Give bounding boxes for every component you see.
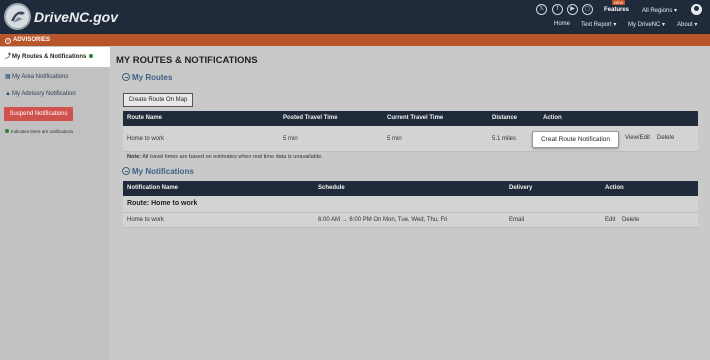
notification-delivery: Email: [509, 217, 525, 223]
view-edit-link[interactable]: View/Edit: [625, 135, 650, 141]
x-icon[interactable]: 𝕏: [536, 4, 547, 15]
nav-about[interactable]: About ▾: [677, 21, 697, 28]
facebook-icon[interactable]: f: [552, 4, 563, 15]
legend-text: Indicates there are notifications: [11, 129, 74, 134]
column-header[interactable]: Route Name: [127, 115, 162, 121]
column-header[interactable]: Notification Name: [127, 185, 178, 191]
nav-text-report[interactable]: Text Report ▾: [581, 21, 616, 28]
column-header[interactable]: Schedule: [318, 185, 345, 191]
column-header: Action: [605, 185, 624, 191]
current-time: 5 min: [387, 136, 402, 142]
sidebar-item-label: My Advisory Notification: [12, 91, 76, 97]
features-link[interactable]: Features: [604, 7, 629, 13]
column-header[interactable]: Current Travel Time: [387, 115, 443, 121]
notification-name: Home to work: [127, 217, 165, 223]
sidebar: ⤴My Routes & Notifications ▦My Area Noti…: [0, 46, 111, 360]
advisories-bar[interactable]: i ADVISORIES: [0, 34, 710, 46]
notification-dot-icon: [5, 129, 9, 133]
create-route-button[interactable]: Create Route On Map: [123, 93, 193, 107]
info-icon: i: [5, 38, 11, 44]
route-group-row: Route: Home to work: [123, 196, 698, 213]
notification-schedule: 6:00 AM → 6:00 PM On Mon, Tue, Wed, Thu,…: [318, 217, 448, 223]
create-route-notification-button[interactable]: Creat Route Notification: [532, 131, 619, 148]
sidebar-item-label: My Area Notifications: [12, 74, 69, 80]
posted-time: 5 min: [283, 136, 298, 142]
brand-name[interactable]: DriveNC.gov: [34, 9, 118, 25]
column-header: Action: [543, 115, 562, 121]
column-header[interactable]: Delivery: [509, 185, 532, 191]
column-header[interactable]: Distance: [492, 115, 517, 121]
note-text: All travel times are based on estimates …: [141, 154, 323, 160]
page-title: MY ROUTES & NOTIFICATIONS: [116, 55, 258, 66]
sidebar-item-label: My Routes & Notifications: [12, 54, 87, 60]
column-header[interactable]: Posted Travel Time: [283, 115, 338, 121]
collapse-icon[interactable]: [122, 167, 130, 175]
route-name: Home to work: [127, 136, 165, 142]
notification-legend: Indicates there are notifications: [5, 129, 73, 134]
note-label: Note:: [127, 154, 142, 160]
user-account-icon[interactable]: [691, 4, 702, 15]
edit-notification-link[interactable]: Edit: [605, 217, 615, 223]
delete-notification-link[interactable]: Delete: [622, 217, 639, 223]
suspend-notifications-button[interactable]: Suspend Notifications: [4, 107, 73, 121]
nav-home[interactable]: Home: [554, 21, 570, 27]
my-routes-heading[interactable]: My Routes: [122, 73, 172, 82]
advisories-label: ADVISORIES: [13, 37, 51, 43]
instagram-icon[interactable]: ◻: [582, 4, 593, 15]
youtube-icon[interactable]: ▶: [567, 4, 578, 15]
collapse-icon[interactable]: [122, 73, 130, 81]
warning-icon: ▲: [5, 91, 11, 97]
sidebar-item-my-routes[interactable]: ⤴My Routes & Notifications: [0, 47, 111, 67]
regions-dropdown[interactable]: All Regions ▾: [642, 7, 677, 14]
drivenc-logo-icon[interactable]: [4, 3, 31, 30]
new-badge: NEW: [612, 0, 626, 5]
site-header: DriveNC.gov 𝕏 f ▶ ◻ NEW Features All Reg…: [0, 0, 710, 34]
table-row: Home to work 6:00 AM → 6:00 PM On Mon, T…: [123, 213, 698, 228]
travel-time-note: Note: All travel times are based on esti…: [127, 154, 323, 160]
routes-table-header: Route Name Posted Travel Time Current Tr…: [123, 111, 698, 126]
notification-dot-icon: [89, 54, 94, 58]
section-title: My Notifications: [132, 167, 194, 176]
nav-my-drivenc[interactable]: My DriveNC ▾: [628, 21, 665, 28]
main-content: MY ROUTES & NOTIFICATIONS My Routes Crea…: [110, 46, 710, 360]
section-title: My Routes: [132, 73, 173, 82]
my-notifications-heading[interactable]: My Notifications: [122, 167, 194, 176]
sidebar-item-advisory-notification[interactable]: ▲My Advisory Notification: [5, 91, 76, 97]
route-icon: ⤴: [5, 54, 12, 60]
delete-route-link[interactable]: Delete: [657, 135, 674, 141]
notifications-table-header: Notification Name Schedule Delivery Acti…: [123, 181, 698, 196]
sidebar-item-area-notifications[interactable]: ▦My Area Notifications: [5, 73, 68, 80]
map-icon: ▦: [5, 74, 11, 80]
distance: 5.1 miles: [492, 136, 517, 142]
route-group-label: Route: Home to work: [127, 200, 198, 207]
